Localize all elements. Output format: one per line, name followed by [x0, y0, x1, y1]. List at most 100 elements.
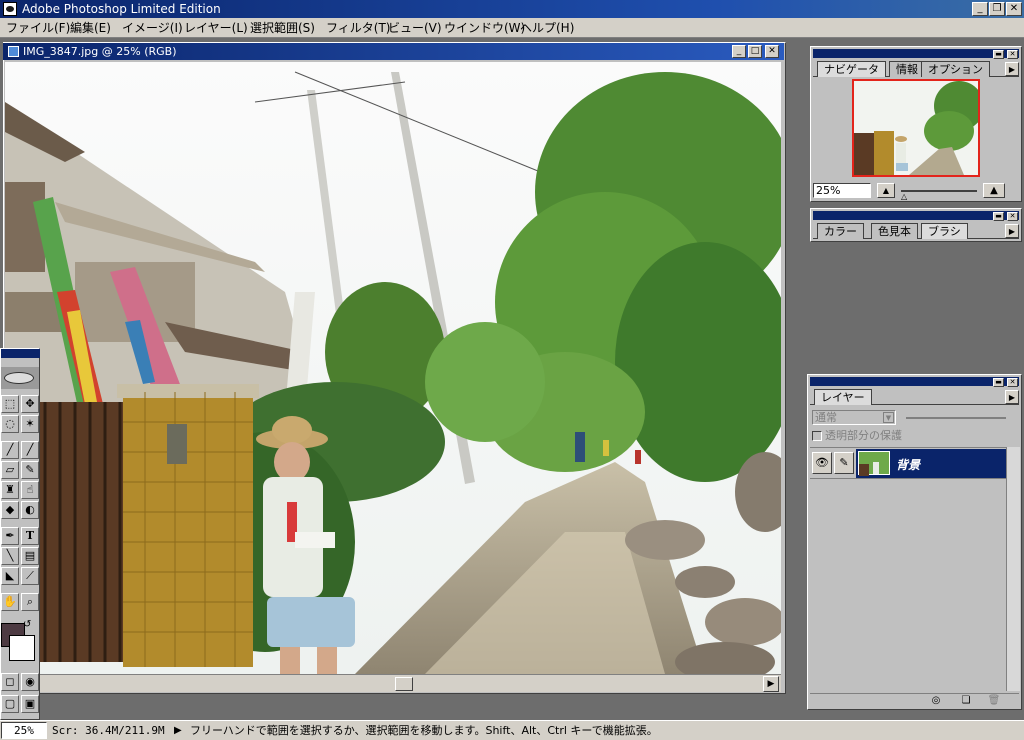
navigator-palette: ▬ ✕ ナビゲータ 情報 オプション ▶ 25% ▲ △ ▲ [810, 46, 1022, 202]
status-zoom-field[interactable]: 25% [1, 722, 47, 739]
type-tool-icon[interactable]: T [21, 527, 39, 545]
app-minimize-button[interactable]: _ [972, 2, 988, 16]
tab-info[interactable]: 情報 [889, 61, 925, 77]
rubber-stamp-tool-icon[interactable]: ♜ [1, 481, 19, 499]
preserve-transparency-label: 透明部分の保護 [825, 429, 902, 442]
layer-selected-highlight: 背景 [856, 449, 1006, 478]
swap-colors-icon[interactable]: ↺ [23, 619, 31, 630]
menu-layer[interactable]: レイヤー(L) [184, 20, 248, 36]
image-canvas[interactable] [5, 62, 781, 674]
layer-mask-icon[interactable]: ◎ [928, 695, 944, 707]
layer-visibility-eye-icon[interactable]: 👁 [812, 452, 832, 474]
status-bar: 25% Scr: 36.4M/211.9M ▶ フリーハンドで範囲を選択するか、… [0, 720, 1024, 740]
tab-color[interactable]: カラー [817, 223, 864, 239]
document-title-bar[interactable]: IMG_3847.jpg @ 25% (RGB) _ □ ✕ [3, 43, 784, 60]
menu-window[interactable]: ウインドウ(W) [444, 20, 525, 36]
app-title-bar: Adobe Photoshop Limited Edition _ ❐ ✕ [0, 0, 1024, 18]
paint-bucket-tool-icon[interactable]: ◣ [1, 567, 19, 585]
navigator-minimize-button[interactable]: ▬ [993, 50, 1004, 59]
marquee-tool-icon[interactable]: ⬚ [1, 395, 19, 413]
blend-mode-value: 通常 [815, 411, 837, 424]
document-icon [8, 46, 19, 57]
tab-brushes[interactable]: ブラシ [921, 223, 968, 239]
hand-tool-icon[interactable]: ✋ [1, 593, 19, 611]
menu-bar: ファイル(F) 編集(E) イメージ(I) レイヤー(L) 選択範囲(S) フィ… [0, 18, 1024, 38]
document-maximize-button[interactable]: □ [748, 45, 762, 58]
color-menu-arrow-icon[interactable]: ▶ [1005, 224, 1019, 238]
move-tool-icon[interactable]: ✥ [21, 395, 39, 413]
zoom-out-mountain-icon[interactable]: ▲ [877, 183, 895, 198]
photoshop-app-icon[interactable] [3, 2, 17, 16]
layer-brush-icon[interactable]: ✎ [834, 452, 854, 474]
new-layer-icon[interactable]: ❏ [958, 695, 974, 707]
color-palette-title-bar[interactable]: ▬ ✕ [813, 211, 1019, 221]
layers-tab-row: レイヤー ▶ [810, 389, 1019, 405]
toolbox-title-bar[interactable] [1, 349, 40, 358]
color-tab-row: カラー 色見本 ブラシ ▶ [813, 223, 1019, 239]
preserve-transparency-checkbox[interactable] [812, 431, 822, 441]
line-tool-icon[interactable]: ╲ [1, 547, 19, 565]
menu-image[interactable]: イメージ(I) [122, 20, 183, 36]
layers-menu-arrow-icon[interactable]: ▶ [1005, 390, 1019, 404]
dodge-tool-icon[interactable]: ◐ [21, 501, 39, 519]
paintbrush-tool-icon[interactable]: ╱ [21, 441, 39, 459]
menu-filter[interactable]: フィルタ(T) [326, 20, 390, 36]
navigator-thumbnail[interactable] [852, 79, 980, 177]
pencil-tool-icon[interactable]: ✎ [21, 461, 39, 479]
menu-view[interactable]: ビュー(V) [388, 20, 442, 36]
tab-navigator[interactable]: ナビゲータ [817, 61, 886, 77]
app-close-button[interactable]: ✕ [1006, 2, 1022, 16]
eyedropper-tool-icon[interactable]: ⟋ [21, 567, 39, 585]
menu-select[interactable]: 選択範囲(S) [250, 20, 315, 36]
layers-palette: ▬ ✕ レイヤー ▶ 通常 ▼ 透明部分の保護 👁 ✎ 背景 ◎ ❏ 🗑 [807, 374, 1022, 710]
menu-help[interactable]: ヘルプ(H) [520, 20, 574, 36]
pen-tool-icon[interactable]: ✒ [1, 527, 19, 545]
zoom-tool-icon[interactable]: ⌕ [21, 593, 39, 611]
status-menu-arrow-icon[interactable]: ▶ [174, 723, 182, 739]
menu-file[interactable]: ファイル(F) [6, 20, 70, 36]
document-close-button[interactable]: ✕ [765, 45, 779, 58]
quick-mask-mode-icon[interactable]: ◉ [21, 673, 39, 691]
tab-swatches[interactable]: 色見本 [871, 223, 918, 239]
layers-vertical-scrollbar[interactable] [1006, 447, 1020, 691]
navigator-zoom-field[interactable]: 25% [813, 183, 871, 198]
blend-mode-select[interactable]: 通常 ▼ [812, 410, 896, 425]
navigator-menu-arrow-icon[interactable]: ▶ [1005, 62, 1019, 76]
horizontal-scroll-thumb[interactable] [395, 677, 413, 691]
navigator-close-button[interactable]: ✕ [1007, 50, 1018, 59]
document-minimize-button[interactable]: _ [732, 45, 746, 58]
trash-icon[interactable]: 🗑 [986, 695, 1002, 707]
standard-mode-icon[interactable]: ◻ [1, 673, 19, 691]
horizontal-scrollbar[interactable]: ▶ [5, 674, 781, 692]
gradient-tool-icon[interactable]: ▤ [21, 547, 39, 565]
airbrush-tool-icon[interactable]: ╱ [1, 441, 19, 459]
app-restore-button[interactable]: ❐ [989, 2, 1005, 16]
color-minimize-button[interactable]: ▬ [993, 212, 1004, 221]
status-scratch-size[interactable]: Scr: 36.4M/211.9M [52, 723, 165, 739]
zoom-in-mountain-icon[interactable]: ▲ [983, 183, 1005, 198]
eraser-tool-icon[interactable]: ▱ [1, 461, 19, 479]
layers-close-button[interactable]: ✕ [1007, 378, 1018, 387]
standard-screen-mode-icon[interactable]: ▢ [1, 695, 19, 713]
layer-row-background[interactable]: 👁 ✎ 背景 [810, 447, 1006, 479]
navigator-tab-row: ナビゲータ 情報 オプション ▶ [813, 61, 1019, 77]
menu-edit[interactable]: 編集(E) [70, 20, 111, 36]
lasso-tool-icon[interactable]: ◌ [1, 415, 19, 433]
navigator-palette-title-bar[interactable]: ▬ ✕ [813, 49, 1019, 59]
layers-palette-title-bar[interactable]: ▬ ✕ [810, 377, 1019, 387]
magic-wand-tool-icon[interactable]: ✶ [21, 415, 39, 433]
status-hint-text: フリーハンドで範囲を選択するか、選択範囲を移動します。Shift、Alt、Ctr… [190, 724, 658, 737]
background-color-swatch[interactable] [9, 635, 35, 661]
tab-options[interactable]: オプション [921, 61, 990, 77]
blur-tool-icon[interactable]: ◆ [1, 501, 19, 519]
opacity-slider-track [906, 417, 1006, 419]
navigator-zoom-slider[interactable] [901, 190, 977, 192]
eye-icon [4, 372, 34, 384]
scroll-right-arrow-icon[interactable]: ▶ [763, 676, 779, 692]
navigator-zoom-slider-thumb[interactable]: △ [901, 193, 907, 201]
color-close-button[interactable]: ✕ [1007, 212, 1018, 221]
tab-layers[interactable]: レイヤー [814, 389, 872, 405]
smudge-tool-icon[interactable]: ☝ [21, 481, 39, 499]
full-screen-mode-icon[interactable]: ▣ [21, 695, 39, 713]
layers-minimize-button[interactable]: ▬ [993, 378, 1004, 387]
